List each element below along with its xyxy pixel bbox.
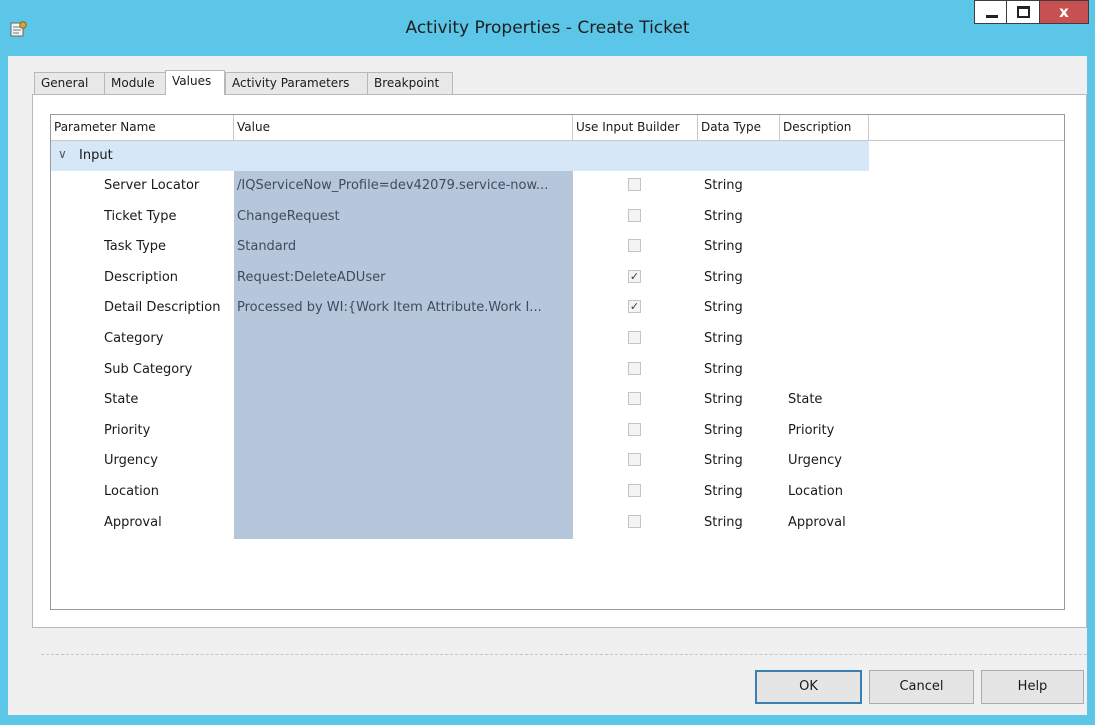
group-row-input[interactable]: ∨ Input (51, 141, 869, 171)
checkbox-checked[interactable]: ✓ (628, 300, 641, 314)
column-header-parameter-name[interactable]: Parameter Name (51, 115, 234, 140)
data-type-cell: String (704, 178, 743, 193)
data-type-cell: String (704, 392, 743, 408)
group-label: Input (79, 148, 113, 163)
data-type-cell: String (704, 514, 743, 530)
data-type-cell: String (704, 361, 743, 377)
parameter-name-cell: Detail Description (104, 300, 221, 316)
checkbox-unchecked[interactable] (628, 392, 641, 406)
value-cell[interactable]: /IQServiceNow_Profile=dev42079.service-n… (237, 178, 571, 193)
table-row[interactable]: Location String Location (51, 477, 1064, 507)
table-row[interactable]: Approval String Approval (51, 508, 1064, 538)
minimize-icon (986, 15, 998, 18)
column-header-data-type[interactable]: Data Type (698, 115, 780, 140)
checkmark-icon: ✓ (629, 300, 640, 314)
button-separator (41, 654, 1087, 655)
value-cell[interactable]: Request:DeleteADUser (237, 270, 571, 285)
checkbox-unchecked[interactable] (628, 514, 641, 528)
value-cell[interactable]: ChangeRequest (237, 209, 571, 224)
tab-module[interactable]: Module (104, 72, 166, 94)
minimize-button[interactable] (974, 0, 1008, 24)
data-type-cell: String (704, 269, 743, 285)
checkbox-unchecked[interactable] (628, 484, 641, 497)
description-cell[interactable]: State (788, 392, 822, 407)
table-row[interactable]: Priority String Priority (51, 416, 1064, 446)
help-button[interactable]: Help (981, 670, 1084, 704)
data-type-cell: String (704, 453, 743, 469)
checkbox-unchecked[interactable] (628, 239, 641, 253)
column-header-description[interactable]: Description (780, 115, 869, 140)
description-cell[interactable]: Priority (788, 423, 834, 438)
parameter-name-cell: Priority (104, 422, 151, 438)
checkmark-icon: ✓ (629, 269, 640, 283)
tab-activity-parameters[interactable]: Activity Parameters (225, 72, 368, 94)
description-cell[interactable]: Approval (788, 515, 846, 530)
title-bar[interactable]: Activity Properties - Create Ticket x (0, 0, 1095, 56)
table-row[interactable]: Ticket Type ChangeRequest String (51, 202, 1064, 232)
data-type-cell: String (704, 422, 743, 438)
parameter-name-cell: Location (104, 484, 159, 499)
checkbox-unchecked[interactable] (628, 453, 641, 467)
parameter-name-cell: Category (104, 331, 164, 346)
table-row[interactable]: Server Locator/IQServiceNow_Profile=dev4… (51, 171, 1064, 201)
table-row[interactable]: Detail Description Processed by WI:{Work … (51, 293, 1064, 323)
checkbox-unchecked[interactable] (628, 178, 641, 191)
cancel-button[interactable]: Cancel (869, 670, 974, 704)
table-row[interactable]: Category String (51, 324, 1064, 354)
checkbox-unchecked[interactable] (628, 422, 641, 436)
dialog-client-area: General Module Values Activity Parameter… (8, 56, 1087, 715)
close-icon: x (1059, 3, 1069, 21)
description-cell[interactable]: Location (788, 484, 843, 499)
value-cell[interactable]: Standard (237, 239, 571, 254)
window-title: Activity Properties - Create Ticket (405, 18, 690, 38)
table-row[interactable]: Urgency String Urgency (51, 446, 1064, 476)
data-type-cell: String (704, 484, 743, 499)
data-type-cell: String (704, 300, 743, 316)
table-row[interactable]: Sub Category String (51, 355, 1064, 385)
parameter-name-cell: Urgency (104, 453, 158, 469)
parameters-grid[interactable]: Parameter Name Value Use Input Builder D… (50, 114, 1065, 610)
maximize-icon (1017, 6, 1030, 18)
parameter-name-cell: Task Type (104, 239, 167, 255)
parameter-name-cell: Sub Category (104, 361, 193, 377)
parameter-name-cell: Approval (104, 514, 162, 530)
checkbox-checked[interactable]: ✓ (628, 269, 641, 283)
checkbox-unchecked[interactable] (628, 361, 641, 375)
value-cell[interactable]: Processed by WI:{Work Item Attribute.Wor… (237, 300, 571, 315)
grid-header: Parameter Name Value Use Input Builder D… (51, 115, 1064, 141)
table-row[interactable]: Description Request:DeleteADUser ✓ String (51, 263, 1064, 293)
tab-values[interactable]: Values (165, 70, 225, 95)
column-header-value[interactable]: Value (234, 115, 573, 140)
ok-button[interactable]: OK (755, 670, 862, 704)
tab-breakpoint[interactable]: Breakpoint (367, 72, 453, 94)
table-row[interactable]: State String State (51, 385, 1064, 415)
table-row[interactable]: Task Type Standard String (51, 232, 1064, 262)
maximize-button[interactable] (1006, 0, 1040, 24)
parameter-name-cell: Ticket Type (104, 208, 177, 224)
values-tab-panel: Parameter Name Value Use Input Builder D… (32, 94, 1087, 628)
parameter-name-cell: State (104, 392, 139, 408)
description-cell[interactable]: Urgency (788, 453, 842, 468)
parameter-name-cell: Server Locator (104, 178, 200, 193)
parameter-name-cell: Description (104, 269, 179, 285)
checkbox-unchecked[interactable] (628, 208, 641, 222)
chevron-down-icon[interactable]: ∨ (58, 147, 67, 161)
dialog-window: Activity Properties - Create Ticket x Ge… (0, 0, 1095, 725)
data-type-cell: String (704, 208, 743, 224)
data-type-cell: String (704, 331, 743, 346)
column-header-use-input-builder[interactable]: Use Input Builder (573, 115, 698, 140)
checkbox-unchecked[interactable] (628, 331, 641, 344)
close-button[interactable]: x (1039, 0, 1089, 24)
data-type-cell: String (704, 239, 743, 255)
tab-general[interactable]: General (34, 72, 105, 94)
